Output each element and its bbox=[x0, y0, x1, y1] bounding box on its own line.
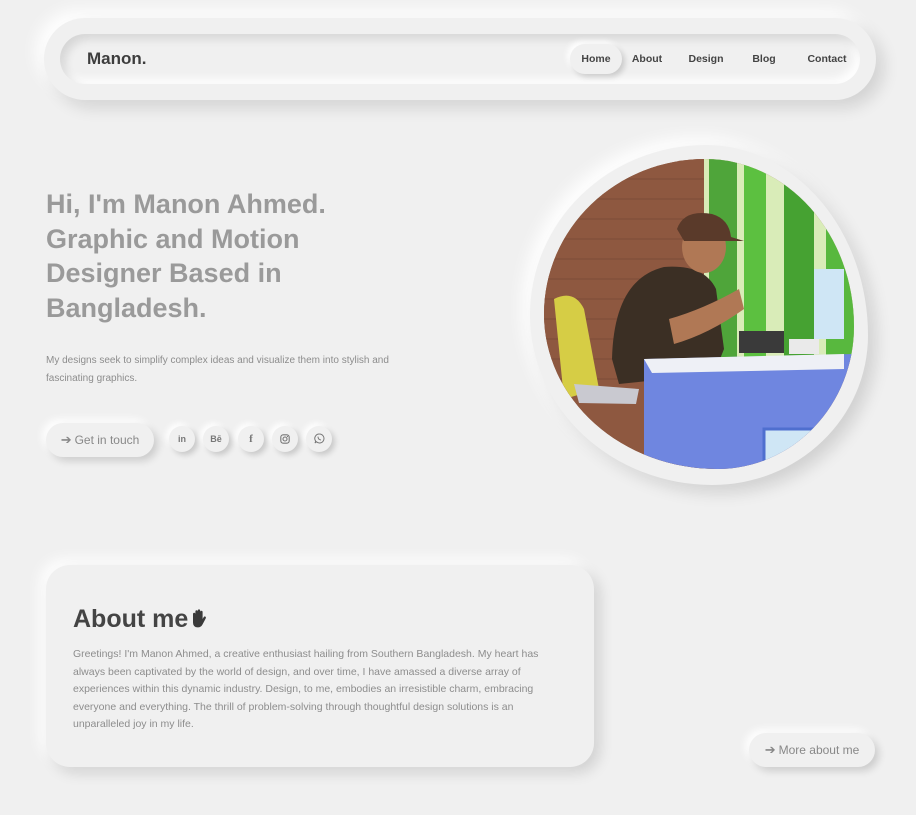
facebook-icon[interactable]: f bbox=[238, 426, 264, 452]
whatsapp-glyph bbox=[313, 433, 324, 444]
behance-icon[interactable]: Bē bbox=[203, 426, 229, 452]
about-text: Greetings! I'm Manon Ahmed, a creative e… bbox=[73, 648, 539, 731]
instagram-icon[interactable] bbox=[272, 426, 298, 452]
get-in-touch-label: Get in touch bbox=[74, 433, 140, 447]
about-card: About me Greetings! I'm Manon Ahmed, a c… bbox=[46, 565, 594, 767]
whatsapp-icon[interactable] bbox=[306, 426, 332, 452]
nav-link-about[interactable]: About bbox=[624, 44, 670, 74]
facebook-glyph: f bbox=[249, 433, 253, 445]
linkedin-icon[interactable]: in bbox=[169, 426, 195, 452]
brand-logo[interactable]: Manon. bbox=[87, 49, 147, 69]
instagram-glyph bbox=[280, 433, 290, 444]
about-title: About me bbox=[73, 605, 207, 635]
get-in-touch-button[interactable]: ➔ Get in touch bbox=[46, 423, 154, 457]
hero-subtitle: My designs seek to simplify complex idea… bbox=[46, 355, 389, 384]
page: Manon. Home About Design Blog Contact Hi… bbox=[0, 0, 916, 815]
hero-title-line: Designer Based in bbox=[46, 258, 282, 288]
navbar: Manon. Home About Design Blog Contact bbox=[44, 18, 876, 100]
linkedin-glyph: in bbox=[178, 434, 186, 444]
nav-link-blog[interactable]: Blog bbox=[742, 44, 786, 74]
more-about-me-label: More about me bbox=[778, 743, 860, 757]
navbar-inner: Manon. Home About Design Blog Contact bbox=[60, 34, 860, 84]
waving-hand-icon bbox=[190, 606, 207, 635]
nav-link-design[interactable]: Design bbox=[678, 44, 734, 74]
hero-title-line: Hi, I'm Manon Ahmed. bbox=[46, 189, 326, 219]
arrow-right-icon: ➔ bbox=[60, 432, 72, 447]
behance-glyph: Bē bbox=[210, 434, 222, 444]
hero-title: Hi, I'm Manon Ahmed. Graphic and Motion … bbox=[46, 187, 376, 325]
nav-link-home[interactable]: Home bbox=[570, 44, 622, 74]
more-about-me-button[interactable]: ➔ More about me bbox=[749, 733, 875, 767]
nav-link-contact[interactable]: Contact bbox=[794, 44, 860, 74]
arrow-right-icon: ➔ bbox=[764, 742, 776, 757]
hero-title-line: Bangladesh. bbox=[46, 292, 207, 323]
hero-title-line: Graphic and Motion bbox=[46, 223, 300, 254]
about-title-label: About me bbox=[73, 605, 189, 633]
